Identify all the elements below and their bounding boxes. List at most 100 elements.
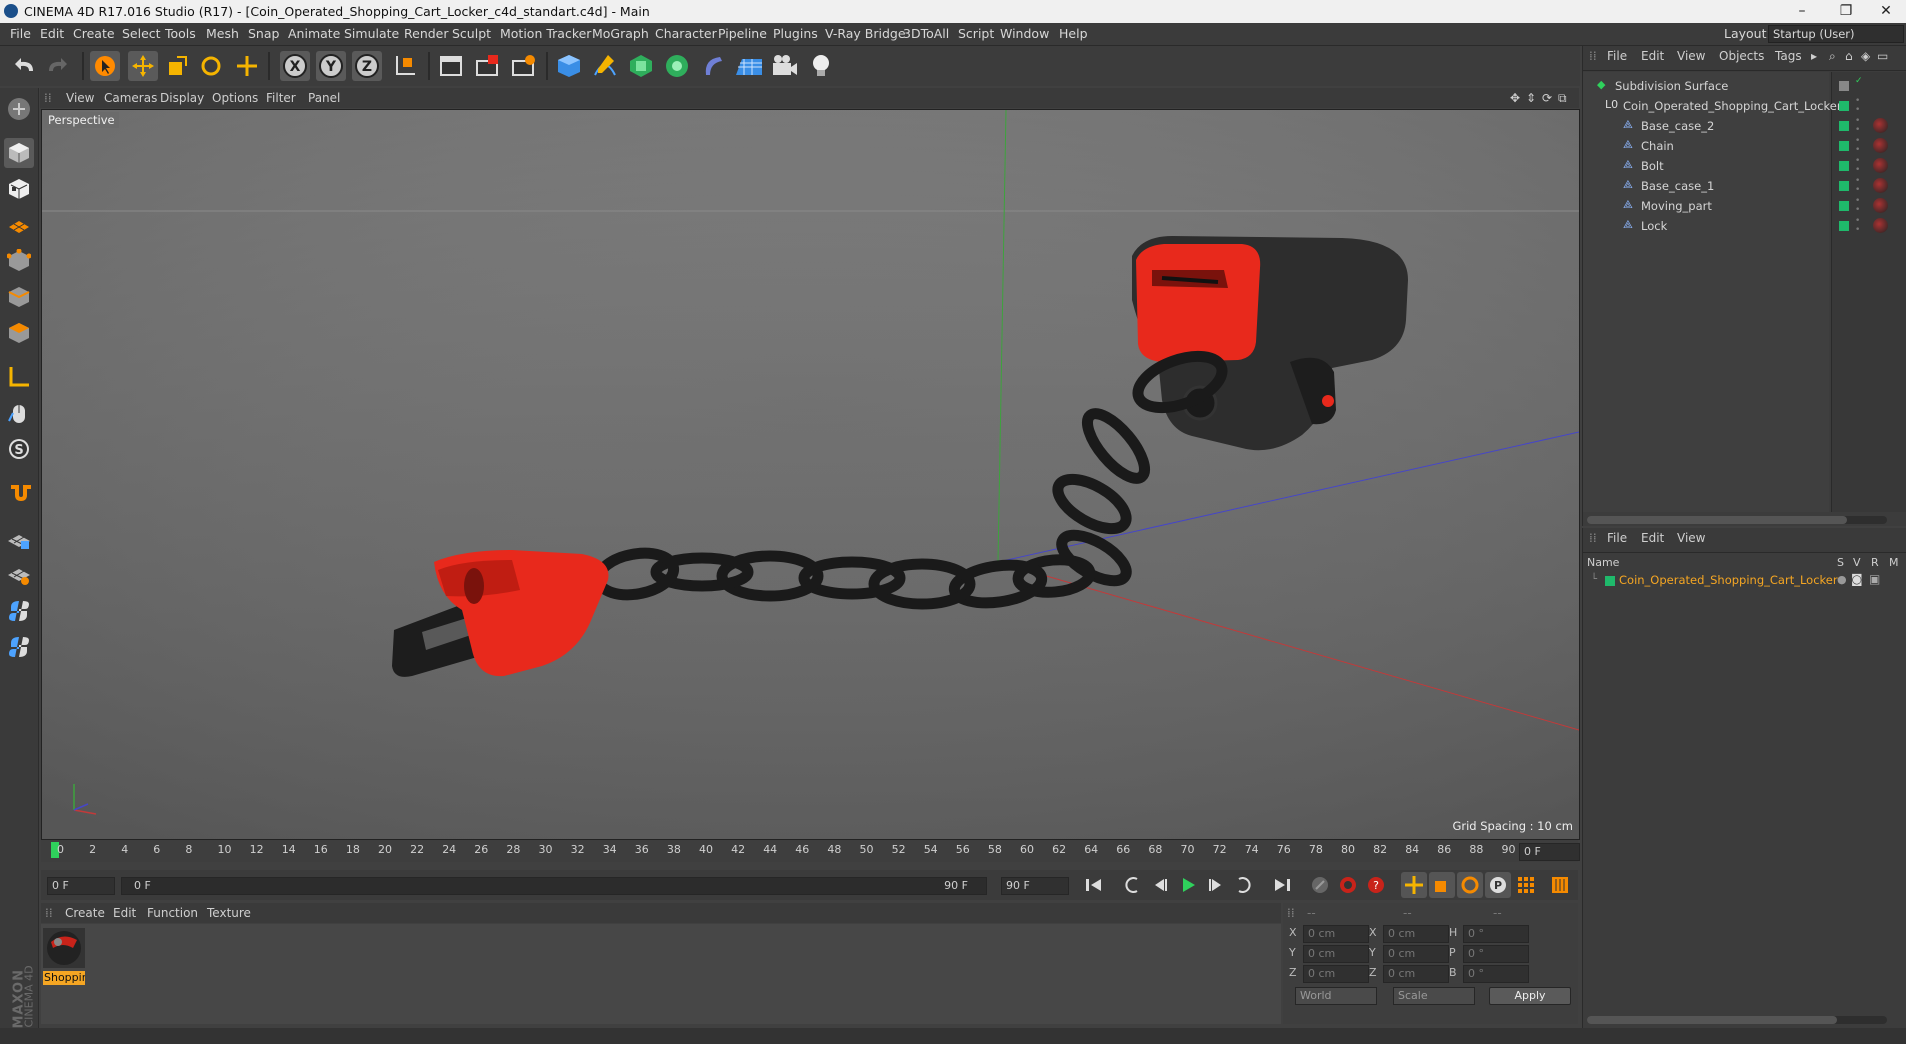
material-tag-icon[interactable]	[1873, 178, 1888, 193]
viewport-menu-options[interactable]: Options	[212, 91, 258, 105]
menu-mesh[interactable]: Mesh	[206, 26, 239, 41]
x-axis-lock-icon[interactable]: X	[280, 51, 310, 81]
planar-workplane-icon[interactable]	[4, 560, 34, 590]
select-arrow-icon[interactable]	[90, 51, 120, 81]
object-menu-more-icon[interactable]: ▸	[1811, 49, 1817, 63]
object-row[interactable]: ⟁ Bolt • •	[1583, 156, 1893, 176]
visibility-dots-icon[interactable]: • •	[1855, 177, 1860, 195]
transform-tool-icon[interactable]	[232, 51, 262, 81]
material-grip-icon[interactable]: ⁞⁞	[45, 906, 53, 920]
visibility-dots-icon[interactable]: • •	[1855, 97, 1860, 115]
coordinate-value-field[interactable]: 0 °	[1463, 925, 1529, 943]
model-mode-icon[interactable]	[4, 138, 34, 168]
light-bulb-icon[interactable]	[806, 51, 836, 81]
tweak-mouse-icon[interactable]	[4, 398, 34, 428]
solo-mode-icon[interactable]: S	[4, 434, 34, 464]
keyframe-selection-icon[interactable]: ?	[1363, 872, 1389, 898]
layer-color-tag[interactable]	[1839, 181, 1849, 191]
layer-row[interactable]: └ Coin_Operated_Shopping_Cart_Locker ● ◙…	[1583, 572, 1906, 590]
axis-mode-icon[interactable]	[4, 362, 34, 392]
snap-magnet-icon[interactable]	[4, 480, 34, 510]
layer-color-tag[interactable]	[1839, 141, 1849, 151]
object-name[interactable]: Subdivision Surface	[1615, 79, 1728, 93]
python-script-icon[interactable]	[4, 596, 34, 626]
camera-label[interactable]: Perspective	[44, 112, 119, 128]
object-name[interactable]: Coin_Operated_Shopping_Cart_Locker	[1623, 99, 1842, 113]
menu-vray-bridge[interactable]: V-Ray Bridge	[825, 26, 906, 41]
z-axis-lock-icon[interactable]: Z	[352, 51, 382, 81]
make-editable-icon[interactable]	[4, 94, 34, 124]
viewport-menu-cameras[interactable]: Cameras	[104, 91, 157, 105]
menu-snap[interactable]: Snap	[248, 26, 279, 41]
object-new-window-icon[interactable]: ▭	[1877, 49, 1888, 63]
texture-mode-icon[interactable]	[4, 174, 34, 204]
points-mode-icon[interactable]	[4, 246, 34, 276]
go-to-end-icon[interactable]	[1269, 872, 1295, 898]
layer-color-tag[interactable]	[1839, 81, 1849, 91]
redo-icon[interactable]	[42, 51, 72, 81]
material-tag-icon[interactable]	[1873, 198, 1888, 213]
coordinate-value-field[interactable]: 0 cm	[1303, 925, 1369, 943]
material-menu-texture[interactable]: Texture	[207, 906, 251, 920]
menu-select[interactable]: Select	[122, 26, 161, 41]
current-frame-field[interactable]: 0 F	[1519, 843, 1580, 861]
undo-icon[interactable]	[10, 51, 40, 81]
visibility-dots-icon[interactable]: • •	[1855, 197, 1860, 215]
material-menu-create[interactable]: Create	[65, 906, 105, 920]
menu-pipeline[interactable]: Pipeline	[718, 26, 767, 41]
layer-menu-view[interactable]: View	[1677, 531, 1705, 545]
scale-tool-icon[interactable]	[162, 51, 192, 81]
pen-spline-icon[interactable]	[590, 51, 620, 81]
object-row[interactable]: ⟁ Base_case_2 • •	[1583, 116, 1893, 136]
object-row[interactable]: ◆ Subdivision Surface ✓	[1583, 76, 1893, 96]
object-name[interactable]: Bolt	[1641, 159, 1664, 173]
key-scale-icon[interactable]	[1429, 872, 1455, 898]
cube-primitive-icon[interactable]	[554, 51, 584, 81]
column-s-header[interactable]: S	[1837, 556, 1844, 569]
object-name[interactable]: Moving_part	[1641, 199, 1712, 213]
viewport-move-icon[interactable]: ✥	[1510, 91, 1520, 105]
object-row[interactable]: L0 Coin_Operated_Shopping_Cart_Locker • •	[1583, 96, 1893, 116]
object-layers-icon[interactable]: ◈	[1861, 49, 1870, 63]
coordinate-value-field[interactable]: 0 cm	[1383, 945, 1449, 963]
object-name[interactable]: Lock	[1641, 219, 1667, 233]
next-frame-icon[interactable]	[1203, 872, 1229, 898]
play-icon[interactable]	[1175, 872, 1201, 898]
viewport-menu-view[interactable]: View	[66, 91, 94, 105]
menu-edit[interactable]: Edit	[40, 26, 64, 41]
coordinates-grip-icon[interactable]: ⁞⁞	[1287, 906, 1295, 920]
3d-viewport[interactable]: Perspective Grid Spacing : 10 cm	[41, 109, 1580, 840]
object-row[interactable]: ⟁ Base_case_1 • •	[1583, 176, 1893, 196]
coordinate-value-field[interactable]: 0 cm	[1303, 945, 1369, 963]
deformer-bend-icon[interactable]	[698, 51, 728, 81]
subdivision-surface-icon[interactable]	[626, 51, 656, 81]
material-menu-function[interactable]: Function	[147, 906, 198, 920]
visibility-dots-icon[interactable]: • •	[1855, 157, 1860, 175]
column-v-header[interactable]: V	[1853, 556, 1861, 569]
object-home-icon[interactable]: ⌂	[1845, 49, 1853, 63]
layer-visible-icon[interactable]: ◙	[1851, 572, 1863, 586]
layer-color-tag[interactable]	[1839, 161, 1849, 171]
menu-simulate[interactable]: Simulate	[344, 26, 399, 41]
maximize-button[interactable]: ❐	[1826, 0, 1866, 23]
object-row[interactable]: ⟁ Chain • •	[1583, 136, 1893, 156]
timeline-ruler[interactable]: 0 2 4 6 8 10 12 14 16 18 20 22 24 26 28 30 32 34 36 38 40 42 4…	[41, 840, 1580, 862]
layer-object-name[interactable]: Coin_Operated_Shopping_Cart_Locker	[1619, 573, 1838, 587]
scale-mode-dropdown[interactable]: Scale	[1393, 987, 1475, 1005]
viewport-maximize-icon[interactable]: ⧉	[1558, 91, 1567, 106]
rotate-tool-icon[interactable]	[196, 51, 226, 81]
floor-environment-icon[interactable]	[734, 51, 764, 81]
viewport-menu-filter[interactable]: Filter	[266, 91, 296, 105]
close-button[interactable]: ✕	[1866, 0, 1906, 23]
menu-render[interactable]: Render	[404, 26, 449, 41]
menu-mograph[interactable]: MoGraph	[592, 26, 649, 41]
auto-keying-icon[interactable]	[1335, 872, 1361, 898]
render-settings-icon[interactable]	[508, 51, 538, 81]
object-menu-view[interactable]: View	[1677, 49, 1705, 63]
frame-range-slider[interactable]: 0 F 90 F	[121, 877, 987, 895]
layout-dropdown[interactable]: Startup (User)	[1768, 25, 1904, 43]
material-tag-icon[interactable]	[1873, 118, 1888, 133]
menu-tools[interactable]: Tools	[165, 26, 196, 41]
menu-window[interactable]: Window	[1000, 26, 1049, 41]
layer-color-tag[interactable]	[1839, 101, 1849, 111]
